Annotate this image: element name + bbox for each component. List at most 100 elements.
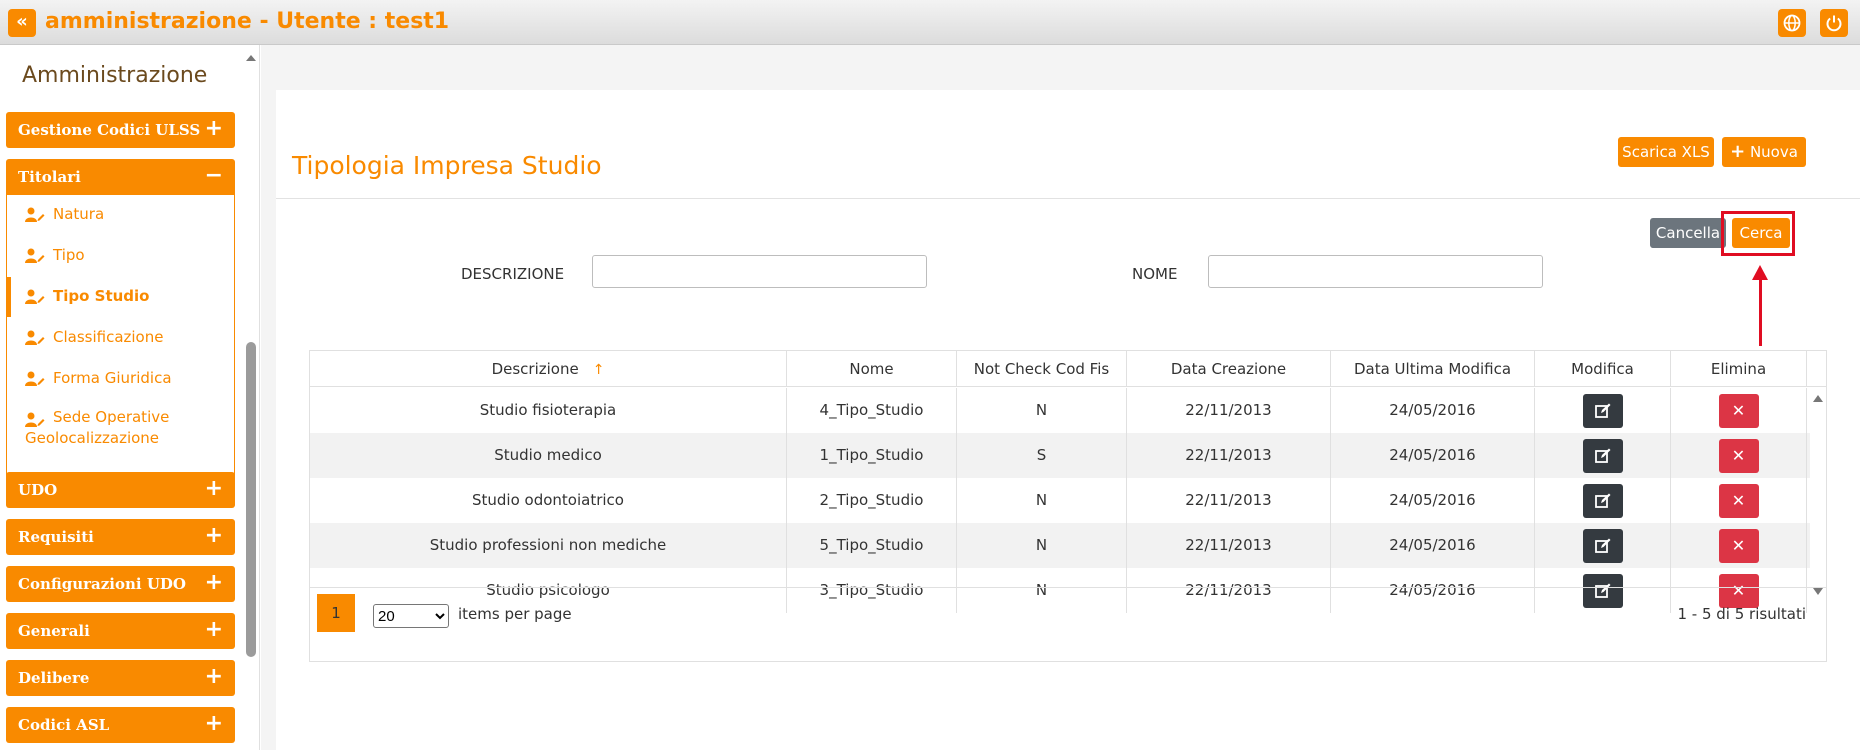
pager-page-button[interactable]: 1 — [317, 594, 355, 632]
cell-descrizione: Studio professioni non mediche — [310, 523, 787, 568]
page-size-select[interactable]: 20 — [373, 604, 449, 628]
delete-button[interactable]: ✕ — [1718, 439, 1759, 473]
column-header-not-check-cod-fis[interactable]: Not Check Cod Fis — [957, 351, 1127, 387]
new-button[interactable]: + Nuova — [1722, 137, 1806, 167]
sidebar-section-configurazioni-udo[interactable]: Configurazioni UDO + — [6, 566, 235, 602]
sidebar-item-sede-operative-geolocalizzazione[interactable]: Sede Operative Geolocalizzazione — [7, 400, 234, 454]
expand-icon: + — [204, 711, 223, 736]
column-header-data-creazione[interactable]: Data Creazione — [1127, 351, 1331, 387]
sidebar: Amministrazione Gestione Codici ULSS + T… — [0, 45, 260, 750]
expand-icon: + — [204, 116, 223, 141]
cell-not-check: S — [957, 433, 1127, 478]
cell-creazione: 22/11/2013 — [1127, 478, 1331, 523]
sidebar-item-forma-giuridica[interactable]: Forma Giuridica — [7, 359, 234, 399]
content-panel: Tipologia Impresa Studio Scarica XLS + N… — [276, 90, 1860, 750]
table-row: Studio professioni non mediche 5_Tipo_Stu… — [310, 523, 1810, 568]
close-icon: ✕ — [1731, 491, 1746, 510]
items-per-page-label: items per page — [458, 605, 572, 623]
sidebar-section-titolari[interactable]: Titolari − — [6, 159, 235, 195]
cell-modifica — [1535, 388, 1671, 433]
cell-creazione: 22/11/2013 — [1127, 388, 1331, 433]
descrizione-input[interactable] — [592, 255, 927, 288]
double-chevron-left-icon[interactable]: « — [8, 9, 36, 37]
edit-button[interactable] — [1582, 574, 1623, 608]
delete-button[interactable]: ✕ — [1718, 394, 1759, 428]
column-header-descrizione[interactable]: Descrizione ↑ — [310, 351, 787, 387]
cell-nome: 4_Tipo_Studio — [787, 388, 957, 433]
sidebar-section-requisiti[interactable]: Requisiti + — [6, 519, 235, 555]
delete-button[interactable]: ✕ — [1718, 529, 1759, 563]
column-header-spacer — [1807, 351, 1827, 387]
delete-button[interactable]: ✕ — [1718, 484, 1759, 518]
column-header-elimina: Elimina — [1671, 351, 1807, 387]
expand-icon: + — [204, 570, 223, 595]
data-grid: Descrizione ↑ Nome Not Check Cod Fis Data… — [309, 350, 1827, 662]
page-title: Tipologia Impresa Studio — [292, 151, 602, 180]
sidebar-item-tipo-studio[interactable]: Tipo Studio — [7, 277, 234, 317]
cell-elimina: ✕ — [1671, 433, 1807, 478]
edit-icon — [1594, 448, 1610, 463]
cell-creazione: 22/11/2013 — [1127, 568, 1331, 613]
column-header-data-ultima-modifica[interactable]: Data Ultima Modifica — [1331, 351, 1535, 387]
cell-modifica: 24/05/2016 — [1331, 388, 1535, 433]
sidebar-section-delibere[interactable]: Delibere + — [6, 660, 235, 696]
close-icon: ✕ — [1731, 401, 1746, 420]
scroll-up-icon[interactable] — [246, 55, 256, 61]
close-icon: ✕ — [1731, 581, 1746, 600]
sidebar-title: Amministrazione — [22, 63, 208, 88]
sidebar-section-generali[interactable]: Generali + — [6, 613, 235, 649]
top-bar: « amministrazione - Utente : test1 — [0, 0, 1860, 45]
grid-scroll-down-icon[interactable] — [1813, 588, 1823, 595]
user-edit-icon — [25, 289, 45, 309]
cell-creazione: 22/11/2013 — [1127, 523, 1331, 568]
main-content: Tipologia Impresa Studio Scarica XLS + N… — [261, 45, 1860, 750]
table-row: Studio fisioterapia 4_Tipo_Studio N 22/11/2… — [310, 388, 1810, 433]
cell-not-check: N — [957, 478, 1127, 523]
sidebar-item-classificazione[interactable]: Classificazione — [7, 318, 234, 358]
column-header-nome[interactable]: Nome — [787, 351, 957, 387]
descrizione-label: DESCRIZIONE — [461, 265, 565, 283]
edit-button[interactable] — [1582, 484, 1623, 518]
grid-scroll-up-icon[interactable] — [1813, 395, 1823, 402]
download-xls-button[interactable]: Scarica XLS — [1618, 137, 1714, 167]
cell-modifica — [1535, 568, 1671, 613]
cell-creazione: 22/11/2013 — [1127, 433, 1331, 478]
nome-input[interactable] — [1208, 255, 1543, 288]
edit-button[interactable] — [1582, 394, 1623, 428]
expand-icon: + — [204, 617, 223, 642]
sidebar-section-gestione-codici-ulss[interactable]: Gestione Codici ULSS + — [6, 112, 235, 148]
sidebar-section-codici-asl[interactable]: Codici ASL + — [6, 707, 235, 743]
sidebar-item-tipo[interactable]: Tipo — [7, 236, 234, 276]
table-row: Studio odontoiatrico 2_Tipo_Studio N 22/11/… — [310, 478, 1810, 523]
cell-nome: 2_Tipo_Studio — [787, 478, 957, 523]
edit-icon — [1594, 493, 1610, 508]
sidebar-section-udo[interactable]: UDO + — [6, 472, 235, 508]
cell-modifica: 24/05/2016 — [1331, 568, 1535, 613]
edit-button[interactable] — [1582, 439, 1623, 473]
sidebar-scrollbar[interactable] — [243, 45, 257, 750]
power-icon[interactable] — [1820, 9, 1848, 37]
user-edit-icon — [25, 207, 45, 227]
delete-button[interactable]: ✕ — [1718, 574, 1759, 608]
cell-nome: 5_Tipo_Studio — [787, 523, 957, 568]
globe-icon[interactable] — [1778, 9, 1806, 37]
cell-descrizione: Studio odontoiatrico — [310, 478, 787, 523]
cell-not-check: N — [957, 388, 1127, 433]
edit-button[interactable] — [1582, 529, 1623, 563]
scrollbar-thumb[interactable] — [246, 342, 256, 657]
user-edit-icon — [25, 248, 45, 268]
titolari-submenu: Natura Tipo Tipo Studio Classificazione … — [6, 195, 235, 506]
user-edit-icon — [25, 330, 45, 350]
cell-descrizione: Studio medico — [310, 433, 787, 478]
cell-elimina: ✕ — [1671, 478, 1807, 523]
cell-modifica — [1535, 433, 1671, 478]
cell-elimina: ✕ — [1671, 388, 1807, 433]
cell-not-check: N — [957, 568, 1127, 613]
annotation-arrow — [1759, 278, 1762, 346]
sidebar-item-natura[interactable]: Natura — [7, 195, 234, 235]
user-edit-icon — [25, 371, 45, 391]
title-divider — [276, 198, 1860, 199]
cell-modifica: 24/05/2016 — [1331, 478, 1535, 523]
cell-modifica: 24/05/2016 — [1331, 433, 1535, 478]
clear-button[interactable]: Cancella — [1650, 218, 1726, 248]
